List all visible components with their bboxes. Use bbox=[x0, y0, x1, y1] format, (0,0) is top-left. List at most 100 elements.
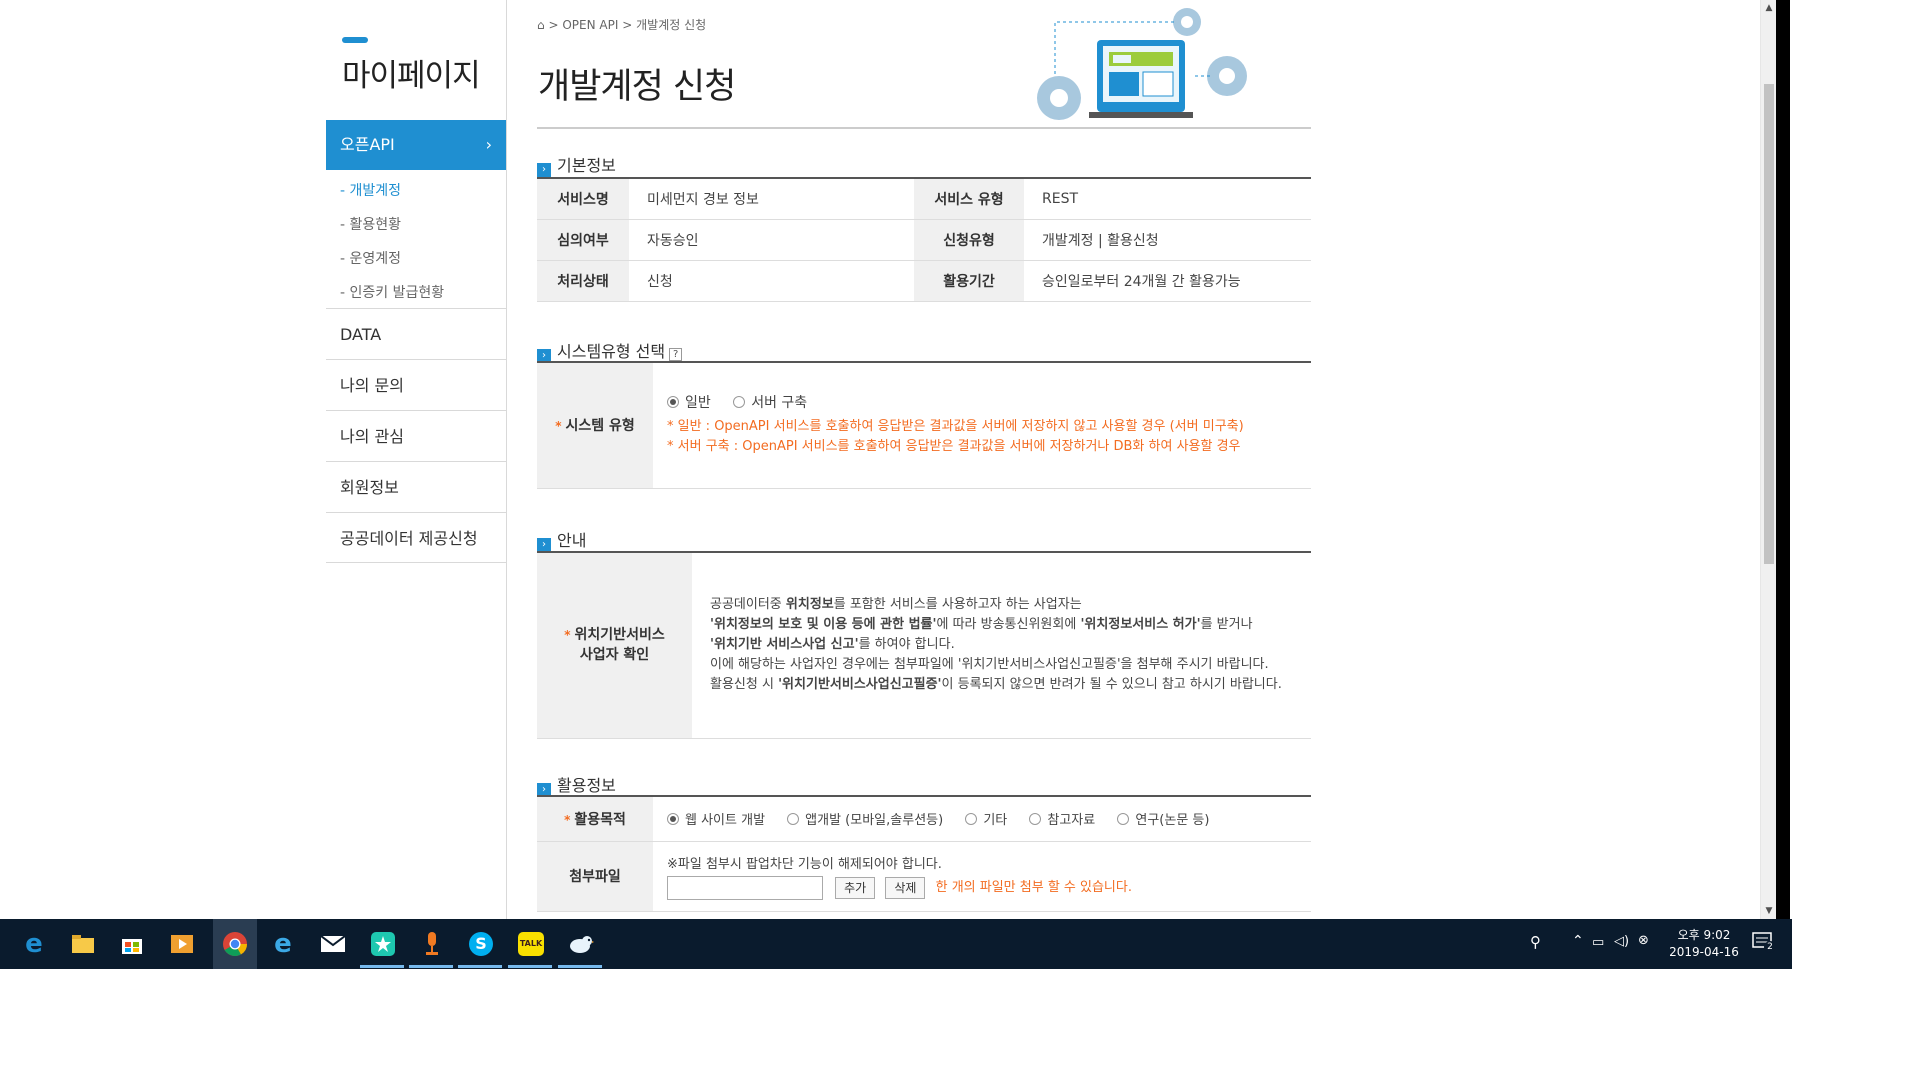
radio-app[interactable]: 앱개발 (모바일,솔루션등) bbox=[787, 813, 961, 828]
app-microphone-icon[interactable] bbox=[415, 927, 449, 961]
chevron-right-icon: › bbox=[537, 163, 551, 177]
usage-info-table: * 활용목적 웹 사이트 개발 앱개발 (모바일,솔루션등) 기타 참고자료 연구… bbox=[537, 795, 1311, 912]
value-service-type: REST bbox=[1024, 178, 1311, 220]
sidebar-sub-usage-status[interactable]: - 활용현황 bbox=[340, 214, 401, 234]
chevron-right-icon: › bbox=[537, 538, 551, 552]
kakaotalk-icon[interactable]: TALK bbox=[514, 927, 548, 961]
value-request-type: 개발계정 | 활용신청 bbox=[1024, 219, 1311, 261]
usage-info-heading: › 활용정보 bbox=[537, 772, 616, 797]
value-service-name: 미세먼지 경보 정보 bbox=[629, 178, 914, 220]
label-period: 활용기간 bbox=[914, 260, 1024, 302]
label-service-type: 서비스 유형 bbox=[914, 178, 1024, 220]
attach-limit-note: 한 개의 파일만 첨부 할 수 있습니다. bbox=[935, 880, 1132, 895]
browser-viewport: 마이페이지 오픈API › - 개발계정 - 활용현황 - 운영계정 - 인증키… bbox=[0, 0, 1776, 919]
radio-website[interactable]: 웹 사이트 개발 bbox=[667, 813, 783, 828]
radio-general[interactable]: 일반 bbox=[667, 395, 729, 411]
scroll-down-icon[interactable]: ▼ bbox=[1761, 903, 1776, 919]
app-star-icon[interactable] bbox=[366, 927, 400, 961]
breadcrumb-open-api[interactable]: OPEN API bbox=[562, 18, 618, 32]
app-bird-icon[interactable] bbox=[564, 927, 598, 961]
radio-unchecked-icon[interactable] bbox=[787, 813, 800, 826]
table-row: 서비스명 미세먼지 경보 정보 서비스 유형 REST bbox=[537, 178, 1311, 220]
file-explorer-icon[interactable] bbox=[66, 927, 100, 961]
label-system-type: * 시스템 유형 bbox=[537, 362, 653, 489]
value-period: 승인일로부터 24개월 간 활용가능 bbox=[1024, 260, 1311, 302]
sidebar-item-data[interactable]: DATA bbox=[326, 308, 506, 359]
label-attachment: 첨부파일 bbox=[537, 841, 653, 912]
label-purpose: * 활용목적 bbox=[537, 796, 653, 842]
scrollbar-thumb[interactable] bbox=[1764, 84, 1774, 564]
sidebar-item-my-interest[interactable]: 나의 관심 bbox=[326, 410, 506, 461]
media-player-icon[interactable] bbox=[165, 927, 199, 961]
add-file-button[interactable]: 추가 bbox=[835, 876, 876, 899]
page-title: 개발계정 신청 bbox=[538, 67, 736, 107]
taskbar: e e S TALK ⚲ ⌃ ▭ ◁) ⊗ 오후 9:02 2019-04-16 bbox=[0, 919, 1792, 969]
edge-icon[interactable]: e bbox=[17, 927, 51, 961]
system-type-heading: › 시스템유형 선택? bbox=[537, 338, 683, 363]
file-path-input[interactable] bbox=[667, 875, 823, 900]
sidebar-sub-operation-account[interactable]: - 운영계정 bbox=[340, 248, 401, 268]
label-request-type: 신청유형 bbox=[914, 219, 1024, 261]
sidebar-item-public-data-request[interactable]: 공공데이터 제공신청 bbox=[326, 512, 506, 563]
home-icon[interactable]: ⌂ bbox=[537, 18, 545, 32]
breadcrumb-current: 개발계정 신청 bbox=[636, 18, 707, 32]
notice-table: * 위치기반서비스 사업자 확인 공공데이터중 위치정보를 포함한 서비스를 사용하… bbox=[537, 551, 1311, 739]
mail-icon[interactable] bbox=[316, 927, 350, 961]
label-location-business: * 위치기반서비스 사업자 확인 bbox=[537, 552, 692, 739]
radio-server[interactable]: 서버 구축 bbox=[733, 395, 825, 411]
table-row: * 시스템 유형 일반 서버 구축 * 일반 : OpenAPI 서비스를 호출하… bbox=[537, 362, 1311, 489]
label-service-name: 서비스명 bbox=[537, 178, 629, 220]
table-row: 첨부파일 ※파일 첨부시 팝업차단 기능이 해제되어야 합니다. 추가 삭제 한… bbox=[537, 841, 1311, 912]
sidebar-item-label: 오픈API bbox=[340, 135, 395, 154]
developer-illustration bbox=[1037, 8, 1247, 120]
notice-heading: › 안내 bbox=[537, 527, 586, 552]
radio-unchecked-icon[interactable] bbox=[1029, 813, 1042, 826]
breadcrumb: ⌂ > OPEN API > 개발계정 신청 bbox=[537, 18, 707, 32]
gear-icon bbox=[1173, 8, 1201, 36]
notification-count-badge: 2 bbox=[1764, 941, 1776, 953]
sidebar-item-member-info[interactable]: 회원정보 bbox=[326, 461, 506, 512]
radio-reference[interactable]: 참고자료 bbox=[1029, 813, 1113, 828]
notice-text: 공공데이터중 위치정보를 포함한 서비스를 사용하고자 하는 사업자는 '위치정… bbox=[692, 552, 1311, 739]
radio-checked-icon[interactable] bbox=[667, 396, 679, 409]
sidebar-title: 마이페이지 bbox=[342, 58, 481, 94]
table-row: * 위치기반서비스 사업자 확인 공공데이터중 위치정보를 포함한 서비스를 사용하… bbox=[537, 552, 1311, 739]
window-frame bbox=[1776, 0, 1790, 919]
scroll-up-icon[interactable]: ▲ bbox=[1761, 0, 1776, 16]
value-status: 신청 bbox=[629, 260, 914, 302]
gear-icon bbox=[1207, 56, 1247, 96]
system-type-note-server: * 서버 구축 : OpenAPI 서비스를 호출하여 응답받은 결과값을 서버… bbox=[667, 439, 1241, 455]
gear-icon bbox=[1037, 76, 1081, 120]
help-icon[interactable]: ? bbox=[669, 348, 683, 361]
radio-checked-icon[interactable] bbox=[667, 813, 679, 826]
radio-unchecked-icon[interactable] bbox=[1117, 813, 1130, 826]
label-review: 심의여부 bbox=[537, 219, 629, 261]
radio-unchecked-icon[interactable] bbox=[733, 396, 746, 409]
sidebar-item-my-inquiry[interactable]: 나의 문의 bbox=[326, 359, 506, 410]
title-accent-bar bbox=[342, 37, 368, 43]
empty-area bbox=[0, 969, 1920, 1080]
radio-research[interactable]: 연구(논문 등) bbox=[1117, 813, 1227, 828]
attach-note: ※파일 첨부시 팝업차단 기능이 해제되어야 합니다. bbox=[667, 856, 942, 872]
taskbar-clock[interactable]: 오후 9:02 2019-04-16 bbox=[1664, 927, 1744, 961]
chrome-icon[interactable] bbox=[213, 919, 257, 969]
sidebar-sub-dev-account[interactable]: - 개발계정 bbox=[340, 180, 401, 200]
radio-unchecked-icon[interactable] bbox=[965, 813, 978, 826]
sidebar-item-open-api[interactable]: 오픈API › bbox=[326, 120, 506, 170]
system-type-table: * 시스템 유형 일반 서버 구축 * 일반 : OpenAPI 서비스를 호출하… bbox=[537, 361, 1311, 489]
delete-file-button[interactable]: 삭제 bbox=[885, 876, 926, 899]
skype-icon[interactable]: S bbox=[464, 927, 498, 961]
chevron-right-icon: › bbox=[485, 135, 492, 154]
sidebar-sub-key-issue-status[interactable]: - 인증키 발급현황 bbox=[340, 282, 444, 302]
table-row: 심의여부 자동승인 신청유형 개발계정 | 활용신청 bbox=[537, 219, 1311, 261]
table-row: 처리상태 신청 활용기간 승인일로부터 24개월 간 활용가능 bbox=[537, 260, 1311, 302]
title-divider bbox=[537, 127, 1311, 129]
radio-etc[interactable]: 기타 bbox=[965, 813, 1025, 828]
value-review: 자동승인 bbox=[629, 219, 914, 261]
label-status: 처리상태 bbox=[537, 260, 629, 302]
vertical-scrollbar[interactable]: ▲ ▼ bbox=[1760, 0, 1776, 919]
basic-info-heading: › 기본정보 bbox=[537, 152, 616, 177]
internet-explorer-icon[interactable]: e bbox=[266, 927, 300, 961]
system-type-note-general: * 일반 : OpenAPI 서비스를 호출하여 응답받은 결과값을 서버에 저… bbox=[667, 419, 1244, 435]
store-icon[interactable] bbox=[115, 927, 149, 961]
